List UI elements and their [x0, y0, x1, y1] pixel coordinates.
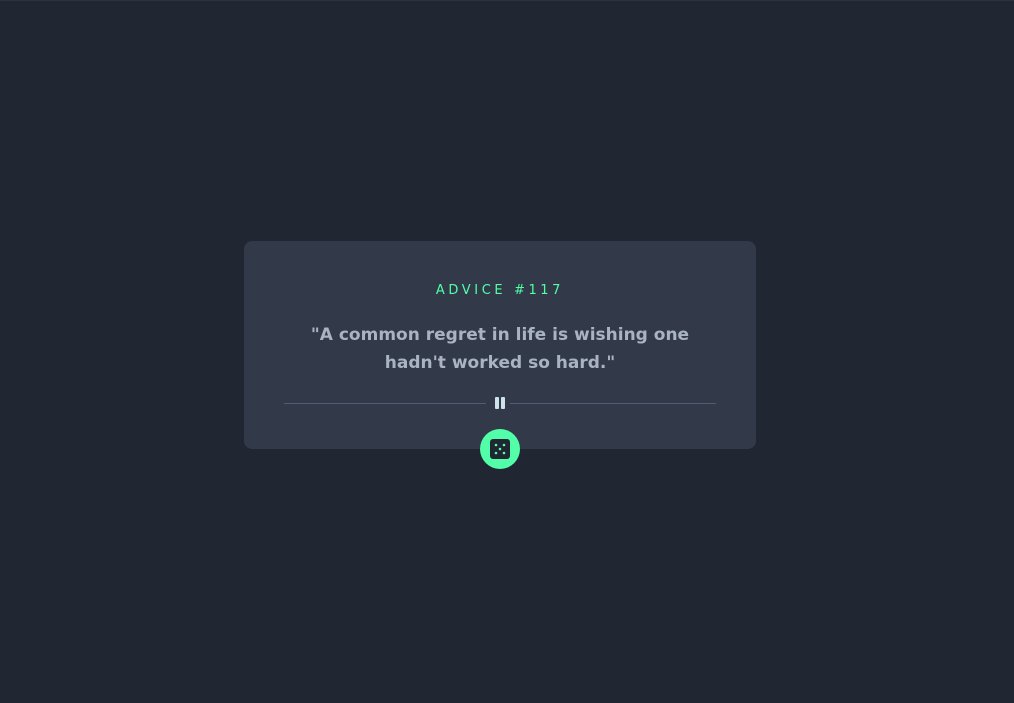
pause-icon	[493, 397, 507, 409]
top-edge	[0, 0, 1014, 1]
divider-line-right	[510, 403, 716, 404]
divider-line-left	[284, 403, 486, 404]
advice-card: ADVICE #117 "A common regret in life is …	[244, 241, 756, 449]
new-advice-button[interactable]	[480, 429, 520, 469]
dice-icon	[490, 439, 510, 459]
advice-quote: "A common regret in life is wishing one …	[310, 325, 690, 373]
pattern-divider	[284, 396, 716, 410]
advice-id: ADVICE #117	[435, 283, 565, 298]
